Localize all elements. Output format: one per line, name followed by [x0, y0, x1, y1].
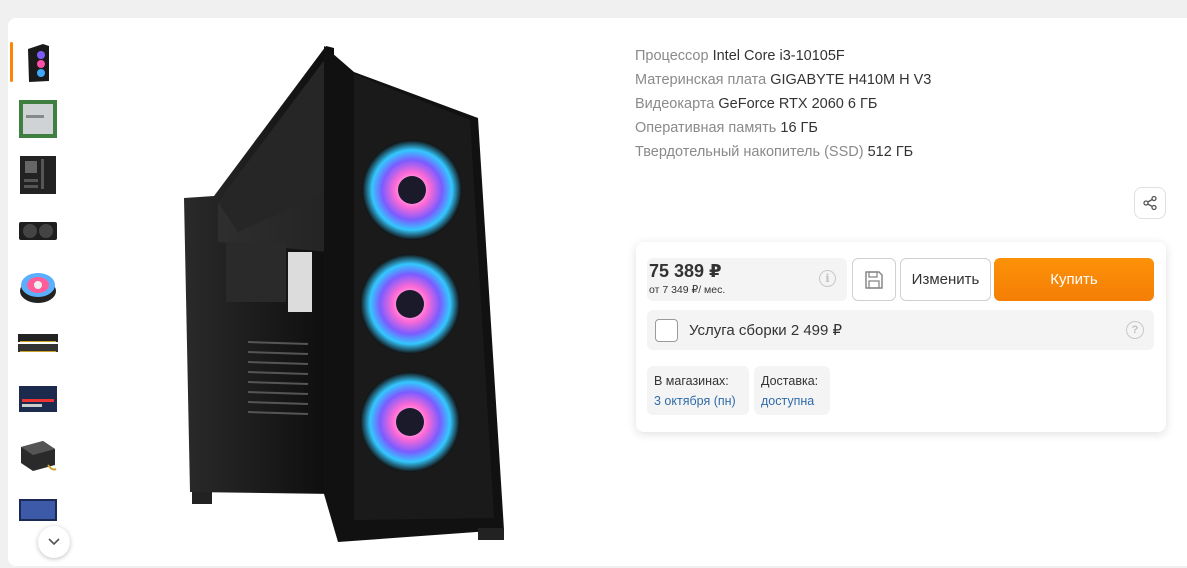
assembly-service-option[interactable]: Услуга сборки 2 499 ₽ ?: [647, 310, 1154, 350]
thumbnail-strip: [8, 40, 70, 558]
thumbnail-case[interactable]: [10, 40, 66, 86]
assembly-label: Услуга сборки 2 499 ₽: [689, 322, 843, 339]
monitor-thumb-icon: [19, 499, 57, 521]
spec-row-ram: Оперативная память 16 ГБ: [635, 116, 931, 140]
motherboard-thumb-icon: [20, 156, 56, 194]
spec-value: Intel Core i3-10105F: [712, 48, 845, 64]
chevron-down-icon: [48, 538, 60, 546]
price-box: 75 389 ₽ от 7 349 ₽/ мес. i: [647, 258, 847, 301]
stores-title: В магазинах:: [654, 374, 729, 388]
cpu-thumb-icon: [19, 100, 57, 138]
buy-panel: 75 389 ₽ от 7 349 ₽/ мес. i Изменить Куп…: [636, 242, 1166, 432]
spec-row-motherboard: Материнская плата GIGABYTE H410M H V3: [635, 68, 931, 92]
stores-date-link[interactable]: 3 октября (пн): [654, 391, 742, 412]
spec-row-ssd: Твердотельный накопитель (SSD) 512 ГБ: [635, 140, 931, 164]
spec-value: GIGABYTE H410M H V3: [770, 72, 932, 88]
spec-label: Процессор: [635, 48, 709, 64]
delivery-link[interactable]: доступна: [761, 391, 823, 412]
share-button[interactable]: [1134, 187, 1166, 219]
store-availability: В магазинах: 3 октября (пн): [647, 366, 749, 415]
thumbnail-cooler[interactable]: [10, 264, 66, 310]
spec-row-cpu: Процессор Intel Core i3-10105F: [635, 44, 931, 68]
help-icon[interactable]: ?: [1126, 321, 1144, 339]
psu-thumb-icon: [21, 441, 57, 471]
pc-case-thumb-icon: [28, 44, 49, 82]
save-configuration-button[interactable]: [852, 258, 896, 301]
ssd-thumb-icon: [19, 386, 57, 412]
delivery-title: Доставка:: [761, 374, 819, 388]
credit-price: от 7 349 ₽/ мес.: [649, 284, 726, 296]
thumbnail-ram[interactable]: [10, 320, 66, 366]
spec-value: 16 ГБ: [780, 120, 818, 136]
assembly-checkbox[interactable]: [655, 319, 678, 342]
product-main-image[interactable]: [178, 42, 518, 542]
spec-value: 512 ГБ: [867, 144, 914, 160]
spec-label: Видеокарта: [635, 96, 715, 112]
ram-thumb-icon: [18, 334, 58, 352]
info-icon[interactable]: i: [819, 270, 836, 287]
spec-row-gpu: Видеокарта GeForce RTX 2060 6 ГБ: [635, 92, 931, 116]
cooler-thumb-icon: [20, 273, 56, 303]
thumbnail-ssd[interactable]: [10, 376, 66, 422]
thumbnail-psu[interactable]: [10, 432, 66, 478]
thumbnail-cpu[interactable]: [10, 96, 66, 142]
price: 75 389 ₽: [649, 261, 722, 281]
edit-button[interactable]: Изменить: [900, 258, 991, 301]
delivery-availability: Доставка: доступна: [754, 366, 830, 415]
spec-label: Материнская плата: [635, 72, 767, 88]
thumbnail-motherboard[interactable]: [10, 152, 66, 198]
product-card: Процессор Intel Core i3-10105F Материнск…: [8, 18, 1187, 566]
spec-value: GeForce RTX 2060 6 ГБ: [718, 96, 878, 112]
thumbnails-scroll-down-button[interactable]: [38, 526, 70, 558]
share-icon: [1143, 195, 1157, 211]
buy-button[interactable]: Купить: [994, 258, 1154, 301]
thumbnail-gpu[interactable]: [10, 208, 66, 254]
pc-case-image: [184, 46, 504, 542]
gpu-thumb-icon: [19, 222, 57, 240]
specs-list: Процессор Intel Core i3-10105F Материнск…: [635, 44, 931, 164]
floppy-disk-icon: [865, 270, 883, 289]
spec-label: Оперативная память: [635, 120, 777, 136]
spec-label: Твердотельный накопитель (SSD): [635, 144, 864, 160]
